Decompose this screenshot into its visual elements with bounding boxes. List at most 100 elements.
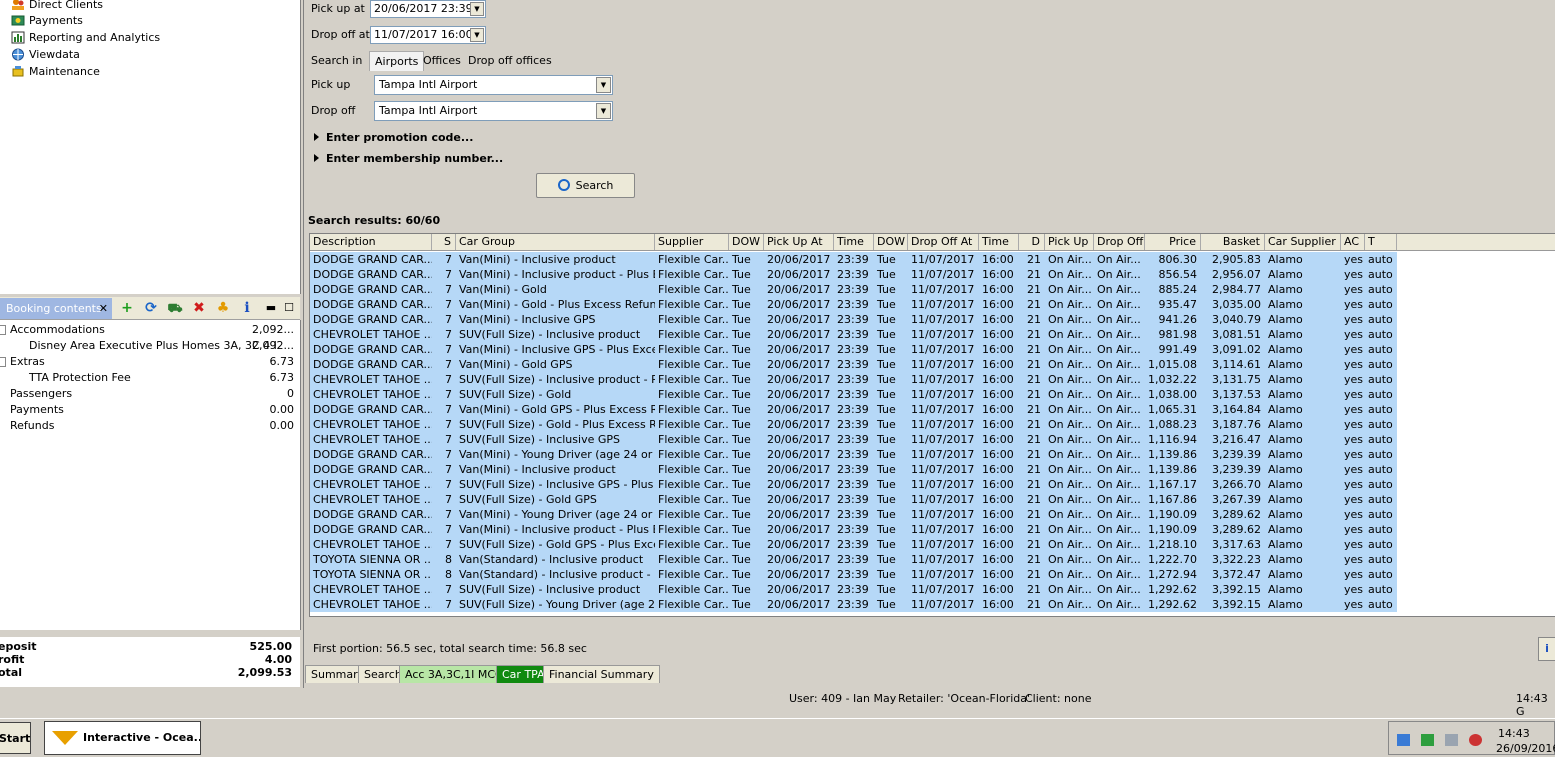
column-header[interactable]: Car Supplier bbox=[1265, 234, 1341, 250]
table-row[interactable]: CHEVROLET TAHOE ... 7 SUV(Full Size) - You… bbox=[310, 597, 1397, 612]
column-header[interactable]: DOW bbox=[729, 234, 764, 250]
start-button[interactable]: Start bbox=[0, 722, 31, 754]
column-header[interactable]: Car Group bbox=[456, 234, 655, 250]
table-row[interactable]: CHEVROLET TAHOE ... 7 SUV(Full Size) - Gol… bbox=[310, 387, 1397, 402]
minimize-icon[interactable]: ▬ bbox=[262, 299, 280, 317]
add-icon[interactable]: + bbox=[118, 299, 136, 317]
device-icon[interactable] bbox=[1445, 734, 1458, 746]
table-cell: 21 bbox=[1027, 493, 1041, 506]
table-row[interactable]: CHEVROLET TAHOE ... 7 SUV(Full Size) - Inc… bbox=[310, 477, 1397, 492]
column-header[interactable]: Pick Up bbox=[1045, 234, 1094, 250]
table-cell: On Air... bbox=[1048, 298, 1092, 311]
palm-icon[interactable]: ♣ bbox=[214, 299, 232, 317]
expand-icon[interactable] bbox=[0, 357, 6, 367]
table-cell: Tue bbox=[732, 538, 751, 551]
table-row[interactable]: DODGE GRAND CAR... 7 Van(Mini) - Gold - Pl… bbox=[310, 297, 1397, 312]
table-row[interactable]: DODGE GRAND CAR... 7 Van(Mini) - Gold GPS … bbox=[310, 402, 1397, 417]
info-icon[interactable]: i bbox=[1538, 637, 1555, 661]
column-header[interactable]: Time bbox=[979, 234, 1019, 250]
tab-financial-summary[interactable]: Financial Summary bbox=[543, 665, 660, 683]
column-header[interactable]: Time bbox=[834, 234, 874, 250]
dropoff-datetime-field[interactable]: 11/07/2017 16:00 ▼ bbox=[370, 26, 486, 44]
table-row[interactable]: CHEVROLET TAHOE ... 7 SUV(Full Size) - Gol… bbox=[310, 537, 1397, 552]
booking-row-extras[interactable]: Extras 6.73 bbox=[0, 354, 296, 370]
booking-row-accommodations[interactable]: Accommodations 2,092... bbox=[0, 322, 296, 338]
column-header[interactable]: T bbox=[1365, 234, 1397, 250]
table-row[interactable]: CHEVROLET TAHOE ... 7 SUV(Full Size) - Gol… bbox=[310, 492, 1397, 507]
search-button[interactable]: Search bbox=[536, 173, 635, 198]
pickup-datetime-field[interactable]: 20/06/2017 23:39 ▼ bbox=[370, 0, 486, 18]
table-cell: auto bbox=[1368, 433, 1393, 446]
column-header[interactable]: Supplier bbox=[655, 234, 729, 250]
search-in-dropoff-offices[interactable]: Drop off offices bbox=[463, 51, 557, 71]
table-row[interactable]: CHEVROLET TAHOE ... 7 SUV(Full Size) - Gol… bbox=[310, 417, 1397, 432]
battery-icon[interactable] bbox=[1421, 734, 1434, 746]
table-cell: 3,131.75 bbox=[1212, 373, 1261, 386]
table-cell: 1,088.23 bbox=[1148, 418, 1197, 431]
booking-row-tta-fee[interactable]: TTA Protection Fee 6.73 bbox=[0, 370, 296, 386]
taskbar-app-button[interactable]: Interactive - Ocea... bbox=[44, 721, 201, 755]
booking-row-refunds[interactable]: Refunds 0.00 bbox=[0, 418, 296, 434]
dropdown-arrow-icon[interactable]: ▼ bbox=[596, 103, 611, 119]
dropdown-arrow-icon[interactable]: ▼ bbox=[470, 28, 484, 42]
column-header[interactable]: Price bbox=[1145, 234, 1201, 250]
table-row[interactable]: DODGE GRAND CAR... 7 Van(Mini) - Inclusive… bbox=[310, 522, 1397, 537]
delete-icon[interactable]: ✖ bbox=[190, 299, 208, 317]
table-row[interactable]: TOYOTA SIENNA OR ... 8 Van(Standard) - Inc… bbox=[310, 567, 1397, 582]
table-row[interactable]: DODGE GRAND CAR... 7 Van(Mini) - Inclusive… bbox=[310, 267, 1397, 282]
column-header[interactable]: Drop Off bbox=[1094, 234, 1145, 250]
network-icon[interactable] bbox=[1397, 734, 1410, 746]
table-row[interactable]: CHEVROLET TAHOE ... 7 SUV(Full Size) - Inc… bbox=[310, 327, 1397, 342]
promotion-code-expander[interactable]: Enter promotion code... bbox=[314, 130, 473, 146]
cart-icon[interactable]: ⛟ bbox=[166, 299, 184, 317]
pickup-location-select[interactable]: Tampa Intl Airport ▼ bbox=[374, 75, 613, 95]
search-in-offices[interactable]: Offices bbox=[418, 51, 466, 71]
table-cell: 3,392.15 bbox=[1212, 598, 1261, 611]
refresh-icon[interactable]: ⟳ bbox=[142, 299, 160, 317]
table-cell: 11/07/2017 bbox=[911, 478, 975, 491]
membership-number-expander[interactable]: Enter membership number... bbox=[314, 151, 503, 167]
table-row[interactable]: CHEVROLET TAHOE ... 7 SUV(Full Size) - Inc… bbox=[310, 372, 1397, 387]
table-cell: 11/07/2017 bbox=[911, 448, 975, 461]
tab-acc-mco[interactable]: Acc 3A,3C,1I MCO bbox=[399, 665, 510, 683]
info-icon[interactable]: i bbox=[238, 299, 256, 317]
table-row[interactable]: DODGE GRAND CAR... 7 Van(Mini) - Gold GPS F… bbox=[310, 357, 1397, 372]
table-row[interactable]: DODGE GRAND CAR... 7 Van(Mini) - Gold Flexi… bbox=[310, 282, 1397, 297]
booking-row-accommodation-item[interactable]: Disney Area Executive Plus Homes 3A, 3C … bbox=[0, 338, 296, 354]
column-header[interactable]: Basket bbox=[1201, 234, 1265, 250]
table-row[interactable]: TOYOTA SIENNA OR ... 8 Van(Standard) - Inc… bbox=[310, 552, 1397, 567]
table-row[interactable]: CHEVROLET TAHOE ... 7 SUV(Full Size) - Inc… bbox=[310, 432, 1397, 447]
column-header[interactable]: AC bbox=[1341, 234, 1365, 250]
table-row[interactable]: DODGE GRAND CAR... 7 Van(Mini) - Inclusive… bbox=[310, 462, 1397, 477]
booking-contents-tab[interactable]: Booking contents ✕ bbox=[0, 298, 112, 319]
volume-muted-icon[interactable] bbox=[1469, 734, 1482, 746]
table-row[interactable]: DODGE GRAND CAR... 7 Van(Mini) - Inclusive… bbox=[310, 252, 1397, 267]
column-header[interactable]: D bbox=[1019, 234, 1045, 250]
column-header[interactable]: S bbox=[432, 234, 456, 250]
table-cell: On Air... bbox=[1097, 523, 1141, 536]
column-header[interactable]: DOW bbox=[874, 234, 908, 250]
dropdown-arrow-icon[interactable]: ▼ bbox=[596, 77, 611, 93]
table-cell: 885.24 bbox=[1158, 283, 1198, 296]
booking-row-payments[interactable]: Payments 0.00 bbox=[0, 402, 296, 418]
column-header[interactable]: Description bbox=[310, 234, 432, 250]
results-grid[interactable]: Description S Car Group Supplier DOW Pick Up … bbox=[309, 233, 1555, 617]
search-timing-text: First portion: 56.5 sec, total search ti… bbox=[313, 642, 587, 655]
dropoff-location-select[interactable]: Tampa Intl Airport ▼ bbox=[374, 101, 613, 121]
table-cell: 1,292.62 bbox=[1148, 583, 1197, 596]
table-row[interactable]: CHEVROLET TAHOE ... 7 SUV(Full Size) - Inc… bbox=[310, 582, 1397, 597]
expand-icon[interactable] bbox=[0, 325, 6, 335]
maximize-icon[interactable]: ☐ bbox=[280, 299, 298, 317]
table-cell: Van(Mini) - Gold bbox=[459, 283, 547, 296]
table-row[interactable]: DODGE GRAND CAR... 7 Van(Mini) - Inclusive… bbox=[310, 342, 1397, 357]
dropdown-arrow-icon[interactable]: ▼ bbox=[470, 2, 484, 16]
booking-row-passengers[interactable]: Passengers 0 bbox=[0, 386, 296, 402]
column-header[interactable]: Drop Off At bbox=[908, 234, 979, 250]
table-row[interactable]: DODGE GRAND CAR... 7 Van(Mini) - Inclusive… bbox=[310, 312, 1397, 327]
close-icon[interactable]: ✕ bbox=[99, 298, 108, 319]
search-in-airports[interactable]: Airports bbox=[369, 51, 425, 71]
table-row[interactable]: DODGE GRAND CAR... 7 Van(Mini) - Young Dri… bbox=[310, 507, 1397, 522]
column-header[interactable]: Pick Up At bbox=[764, 234, 834, 250]
table-row[interactable]: DODGE GRAND CAR... 7 Van(Mini) - Young Dri… bbox=[310, 447, 1397, 462]
table-cell: 11/07/2017 bbox=[911, 313, 975, 326]
